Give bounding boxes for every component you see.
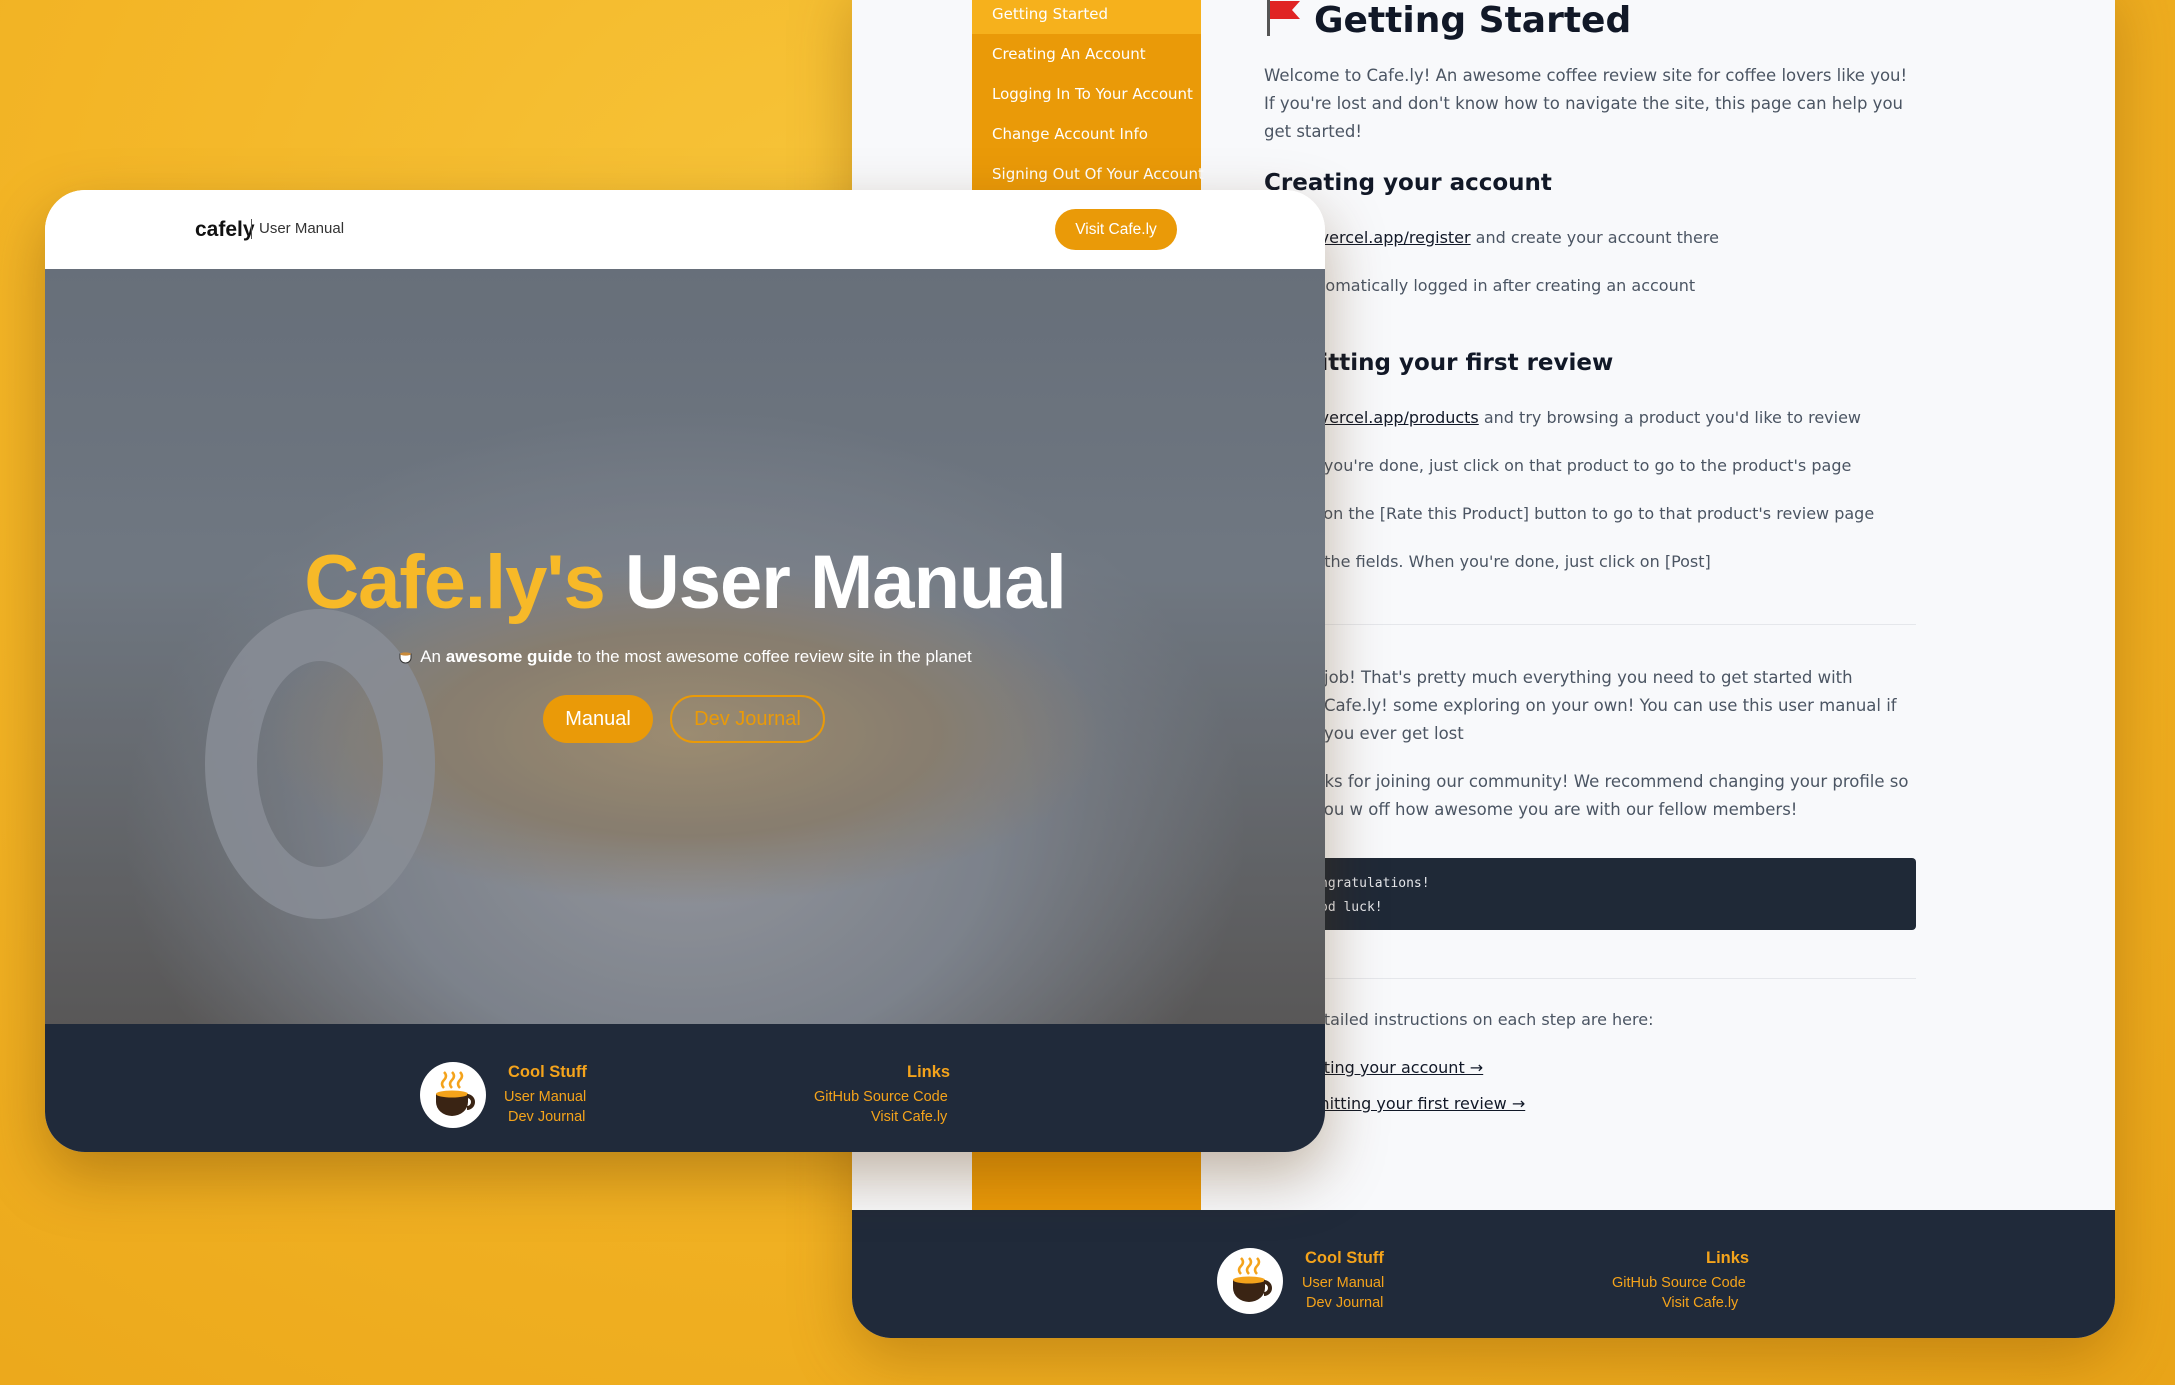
hero-title: Cafe.ly's User Manual: [45, 539, 1325, 626]
hero-section: Cafe.ly's User Manual An awesome guide t…: [45, 269, 1325, 1024]
step-line: k on the [Rate this Product] button to g…: [1309, 504, 1875, 523]
subtitle-text: An: [420, 647, 442, 666]
subtitle-bold-text: awesome guide: [445, 647, 573, 666]
footer-user-manual-link[interactable]: User Manual: [1302, 1275, 1384, 1291]
community-paragraph: nks for joining our community! We recomm…: [1314, 772, 1909, 819]
brand-subtitle: User Manual: [259, 220, 345, 237]
step-link-line: mitting your first review →: [1314, 1094, 1525, 1113]
step-line: e you're done, just click on that produc…: [1309, 456, 1852, 475]
sidebar-item-signing-out[interactable]: Signing Out Of Your Account: [972, 154, 1204, 194]
footer-visit-cafely-link[interactable]: Visit Cafe.ly: [1662, 1295, 1738, 1311]
intro-paragraph: Welcome to Cafe.ly! An awesome coffee re…: [1264, 66, 1908, 141]
step-text: and create your account there: [1470, 228, 1719, 247]
step-line: n the fields. When you're done, just cli…: [1309, 552, 1711, 571]
footer-github-link[interactable]: GitHub Source Code: [814, 1089, 948, 1105]
visit-cafely-button[interactable]: Visit Cafe.ly: [1055, 209, 1177, 250]
footer-github-link[interactable]: GitHub Source Code: [1612, 1275, 1746, 1291]
landing-page-window: cafely User Manual Visit Cafe.ly Cafe.ly…: [45, 190, 1325, 1152]
red-flag-icon: [1267, 0, 1300, 36]
footer-links-title: Links: [907, 1063, 951, 1081]
footer-cool-stuff-title: Cool Stuff: [508, 1063, 587, 1081]
step-link-line: ating your account →: [1314, 1058, 1483, 1077]
site-header: cafely User Manual Visit Cafe.ly: [45, 190, 1325, 269]
sidebar-item-logging-in[interactable]: Logging In To Your Account: [972, 74, 1201, 114]
code-line: od luck!: [1320, 900, 1383, 915]
footer-cool-stuff-title: Cool Stuff: [1305, 1249, 1384, 1267]
coffee-cup-icon: [399, 652, 412, 664]
footer-links-title: Links: [1706, 1249, 1750, 1267]
section-heading-first-review: nitting your first review: [1304, 350, 1614, 376]
cafely-logo[interactable]: cafely: [195, 218, 255, 242]
hero-subtitle: An awesome guide to the most awesome cof…: [45, 647, 1325, 667]
divider: [1264, 624, 1916, 625]
dev-journal-button[interactable]: Dev Journal: [670, 695, 825, 743]
coffee-cup-logo-icon: [420, 1062, 486, 1128]
footer-dev-journal-link[interactable]: Dev Journal: [508, 1109, 585, 1125]
site-footer: Cool Stuff User Manual Dev Journal Links…: [852, 1210, 2115, 1338]
first-review-link[interactable]: mitting your first review →: [1314, 1094, 1525, 1113]
footer-visit-cafely-link[interactable]: Visit Cafe.ly: [871, 1109, 947, 1125]
creating-account-link[interactable]: ating your account →: [1314, 1058, 1483, 1077]
step-line: o cafely.vercel.app/products and try bro…: [1254, 408, 1861, 427]
site-footer: Cool Stuff User Manual Dev Journal Links…: [45, 1024, 1325, 1152]
manual-button[interactable]: Manual: [543, 695, 653, 743]
congrats-paragraph: job! That's pretty much everything you n…: [1324, 668, 1897, 743]
sidebar-item-getting-started[interactable]: Getting Started: [972, 0, 1201, 34]
code-line: ngratulations!: [1320, 876, 1430, 891]
hero-title-rest: User Manual: [624, 540, 1067, 625]
footer-user-manual-link[interactable]: User Manual: [504, 1089, 586, 1105]
code-block: ngratulations! od luck!: [1264, 858, 1916, 930]
footer-dev-journal-link[interactable]: Dev Journal: [1306, 1295, 1383, 1311]
step-text: and try browsing a product you'd like to…: [1478, 408, 1861, 427]
page-title-text: Getting Started: [1314, 0, 1632, 41]
detail-intro: etailed instructions on each step are he…: [1314, 1010, 1654, 1029]
sidebar-item-creating-account[interactable]: Creating An Account: [972, 34, 1201, 74]
divider: [1264, 978, 1916, 979]
brand-divider: [251, 219, 252, 239]
step-line: utomatically logged in after creating an…: [1309, 276, 1696, 295]
sidebar-item-change-account-info[interactable]: Change Account Info: [972, 114, 1201, 154]
hero-title-highlight: Cafe.ly's: [304, 540, 606, 625]
subtitle-text: to the most awesome coffee review site i…: [577, 647, 972, 666]
page-title: Getting Started: [1264, 0, 1631, 41]
coffee-cup-logo-icon: [1217, 1248, 1283, 1314]
